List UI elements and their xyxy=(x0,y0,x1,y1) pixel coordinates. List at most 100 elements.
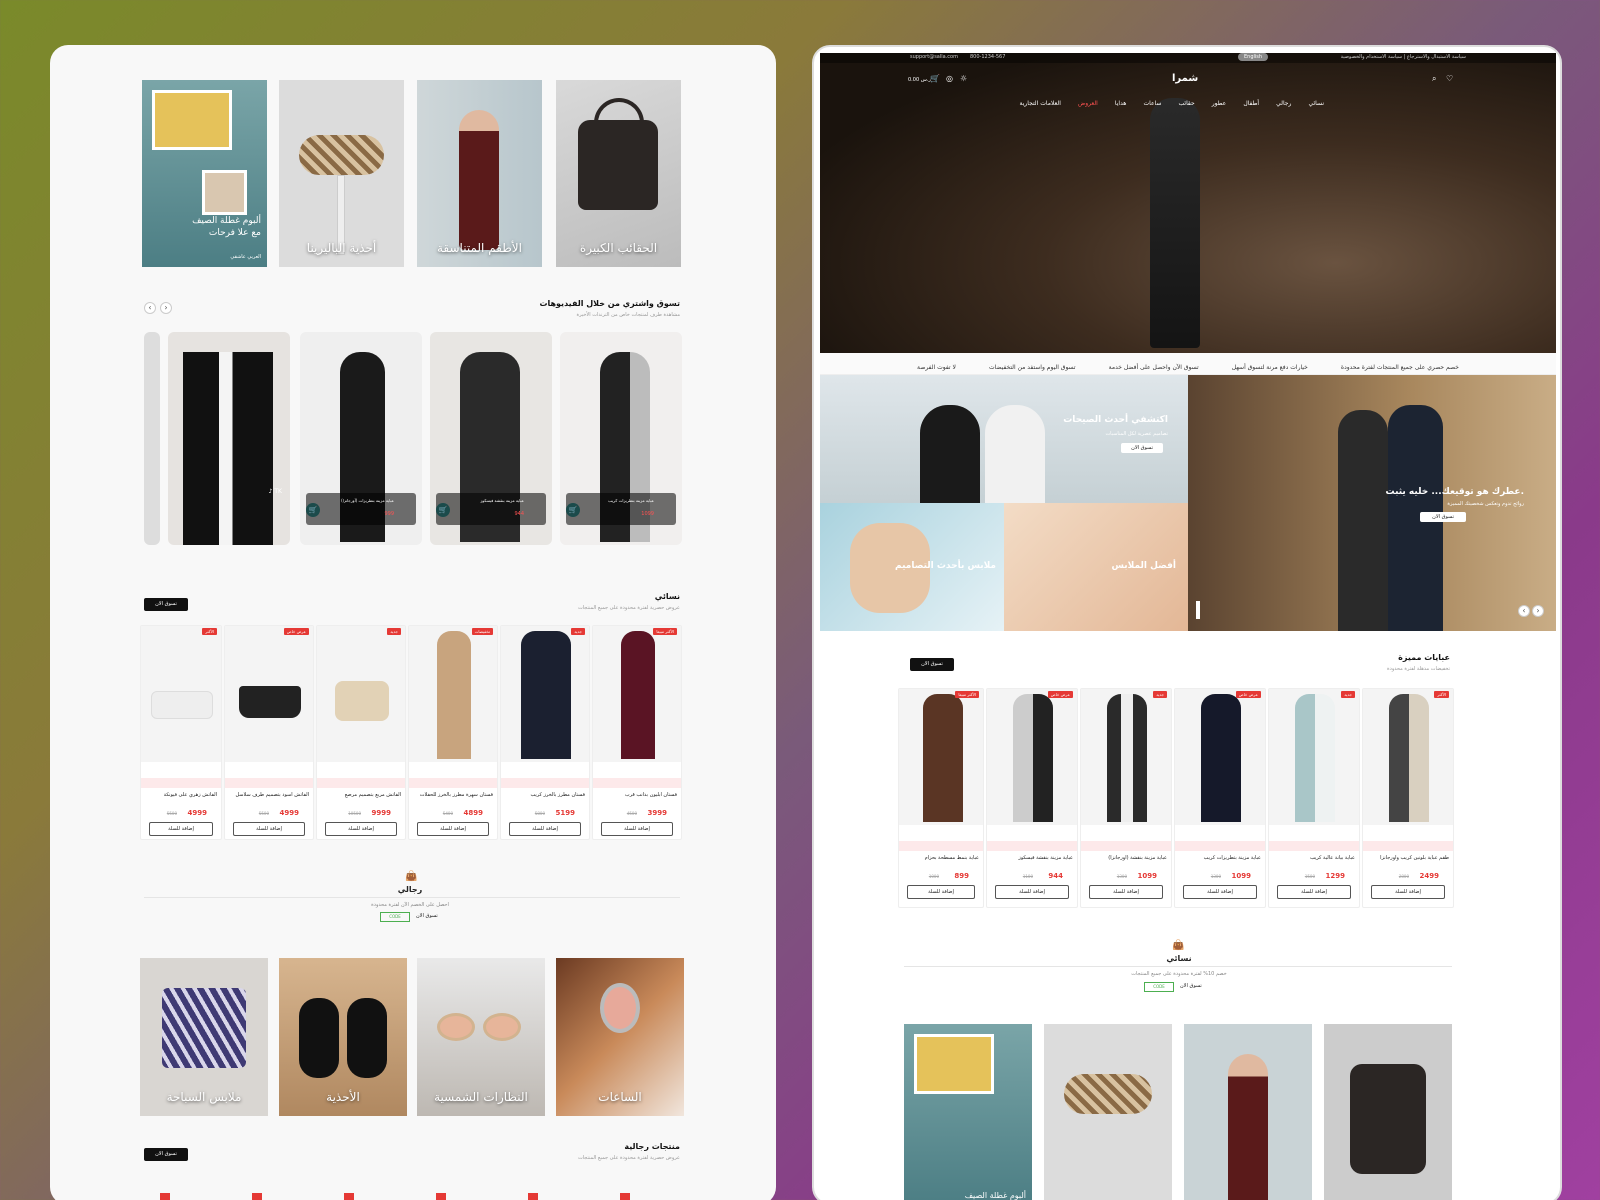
banner-perfume[interactable]: عطرك هو توقيعك... خليه يثبت. روائح تدوم … xyxy=(1188,375,1556,631)
women-shop-now-button[interactable]: تسوق الان xyxy=(144,598,188,611)
product-name: عباية بنمط مسطحة بحزام xyxy=(924,855,979,861)
category-card-swimwear[interactable]: ملابس السباحة xyxy=(140,958,268,1116)
add-to-cart-button[interactable]: إضافة للسلة xyxy=(1277,885,1351,899)
topbar-email[interactable]: support@salla.com xyxy=(910,54,958,60)
product-old-price: 10500 xyxy=(348,811,361,816)
cart-icon[interactable]: 🛒 xyxy=(306,503,320,517)
user-icon[interactable]: ◎ xyxy=(946,74,953,83)
video-product-overlay: عباية مزينة بنقشة فيسكوز 944 xyxy=(436,493,546,525)
promo-code-badge[interactable]: CODE xyxy=(1144,982,1174,992)
nav-watches[interactable]: ساعات xyxy=(1144,100,1162,107)
video-card[interactable]: عباية مزينة بتطريزات (أورجانزا) 999 🛒 xyxy=(300,332,422,545)
cart-icon[interactable]: 🛒 xyxy=(436,503,450,517)
nav-gifts[interactable]: هدايا xyxy=(1115,100,1126,107)
banner-trends[interactable]: اكتشفي أحدث الصيحات تصاميم عصرية لكل الم… xyxy=(820,375,1188,503)
search-icon[interactable]: ⌕ xyxy=(1432,74,1436,84)
main-nav: نسائي رجالي أطفال عطور حقائب ساعات هدايا… xyxy=(1020,90,1330,109)
add-to-cart-button[interactable]: إضافة للسلة xyxy=(601,822,673,836)
video-card[interactable]: عباية مزينة بنقشة فيسكوز 944 🛒 xyxy=(430,332,552,545)
women-promo-shop-link[interactable]: تسوق الان xyxy=(1180,983,1202,989)
men-promo-shop-link[interactable]: تسوق الان xyxy=(416,913,438,919)
cart-icon[interactable]: 🛒 xyxy=(566,503,580,517)
video-card[interactable]: عباية مزينة بتطريزات كريب 1099 🛒 xyxy=(560,332,682,545)
slider-prev-arrow[interactable]: ‹ xyxy=(1518,605,1530,617)
product-image xyxy=(141,626,221,762)
product-price: 1099 xyxy=(1231,872,1251,880)
nav-brands[interactable]: العلامات التجارية xyxy=(1020,100,1061,107)
nav-offers[interactable]: العروض xyxy=(1078,100,1098,107)
men-shop-now-button[interactable]: تسوق الان xyxy=(144,1148,188,1161)
product-card[interactable]: جديد فستان مطرز بالخرز كريب 5199 5800 إض… xyxy=(500,625,590,840)
video-product-price: 1099 xyxy=(641,511,654,517)
product-card[interactable]: جديد عباية مزينة بنقشة (أورجانزا) 1099 1… xyxy=(1080,688,1172,908)
product-card[interactable]: تخفيضات فستان سهرة مطرز بالخرز للحفلات 4… xyxy=(408,625,498,840)
category-card-watches[interactable]: الساعات xyxy=(556,958,684,1116)
add-to-cart-button[interactable]: إضافة للسلة xyxy=(1183,885,1257,899)
product-card[interactable]: عرض خاص الفاتش أسود بتصميم طرف سلاسل 499… xyxy=(224,625,314,840)
banner-shop-button[interactable]: تسوق الان xyxy=(1121,443,1163,453)
category-card-ballerina-shoes[interactable] xyxy=(1044,1024,1172,1200)
add-to-cart-button[interactable]: إضافة للسلة xyxy=(995,885,1069,899)
category-card-shoes[interactable]: الأحذية xyxy=(279,958,407,1116)
category-card-summer-album[interactable]: ألبوم غطلة الصيف مع علا فرحات العربي عاش… xyxy=(142,80,267,267)
add-to-cart-button[interactable]: إضافة للسلة xyxy=(1371,885,1445,899)
promo-code-badge[interactable]: CODE xyxy=(380,912,410,922)
topbar-lang[interactable]: English xyxy=(1238,53,1269,61)
add-to-cart-button[interactable]: إضافة للسلة xyxy=(417,822,489,836)
video-next-arrow[interactable]: › xyxy=(160,302,172,314)
add-to-cart-button[interactable]: إضافة للسلة xyxy=(233,822,305,836)
category-card-sunglasses[interactable]: النظارات الشمسية xyxy=(417,958,545,1116)
nav-kids[interactable]: أطفال xyxy=(1243,100,1259,107)
features-strip: خصم حصري على جميع المنتجات لفترة محدودة … xyxy=(820,353,1556,375)
countdown-bar xyxy=(1081,841,1171,851)
product-card[interactable]: عرض خاص عباية مزينة بتطريزات كريب 1099 1… xyxy=(1174,688,1266,908)
product-old-price: 5500 xyxy=(166,811,177,816)
category-card-bags[interactable] xyxy=(1324,1024,1452,1200)
nav-bags[interactable]: حقائب xyxy=(1179,100,1195,107)
product-card[interactable]: الأكثر طقم عباية بلونين كريب وأورجانزا 2… xyxy=(1362,688,1454,908)
add-to-cart-button[interactable]: إضافة للسلة xyxy=(1089,885,1163,899)
countdown-bar xyxy=(899,841,983,851)
product-card[interactable]: الأكثر الفاتش زهري على فيونكة 4999 5500 … xyxy=(140,625,222,840)
banner-clothes[interactable]: ملابس بأحدث التصاميم xyxy=(820,503,1004,631)
slider-next-arrow[interactable]: › xyxy=(1532,605,1544,617)
wishlist-icon[interactable]: ♡ xyxy=(1446,74,1453,83)
category-card-summer-album[interactable]: ألبوم غطلة الصيف xyxy=(904,1024,1032,1200)
category-card-matching-sets[interactable] xyxy=(1184,1024,1312,1200)
topbar-links[interactable]: سياسة الاستبدال والاسترجاع | سياسة الاست… xyxy=(1341,54,1466,60)
product-name: فستان ابليون بذانب قرب xyxy=(624,792,677,798)
video-card[interactable]: ♪ TK xyxy=(168,332,290,545)
add-to-cart-button[interactable]: إضافة للسلة xyxy=(509,822,581,836)
nav-men[interactable]: رجالي xyxy=(1276,100,1291,107)
nav-women[interactable]: نسائي xyxy=(1308,100,1324,107)
site-logo[interactable]: شمرا xyxy=(1172,73,1198,84)
product-card[interactable]: جديد الفاتش مربع بتصميم مرصع 9999 10500 … xyxy=(316,625,406,840)
category-card-matching-sets[interactable]: الأطقم المتناسقة xyxy=(417,80,542,267)
banner-shop-button[interactable]: تسوق الان xyxy=(1420,512,1466,522)
banner-best-clothes[interactable]: أفضل الملابس xyxy=(1004,503,1188,631)
cart-total[interactable]: 0.00 ر.س xyxy=(908,77,931,83)
pause-icon[interactable] xyxy=(1196,601,1200,619)
product-card[interactable]: الأكثر مبيعا عباية بنمط مسطحة بحزام 899 … xyxy=(898,688,984,908)
abayas-shop-now-button[interactable]: تسوق الان xyxy=(910,658,954,671)
hero-banner[interactable]: support@salla.com 800-1234-567 English س… xyxy=(820,53,1556,353)
product-old-price: 1100 xyxy=(1022,874,1033,879)
nav-perfumes[interactable]: عطور xyxy=(1212,100,1227,107)
product-image xyxy=(593,626,681,762)
product-image xyxy=(1081,689,1171,825)
video-prev-arrow[interactable]: ‹ xyxy=(144,302,156,314)
product-card[interactable]: عرض خاص عباية مزينة بنقشة فيسكوز 944 110… xyxy=(986,688,1078,908)
cart-icon[interactable]: 🛒 xyxy=(930,74,940,83)
category-card-bags[interactable]: الحقائب الكبيرة xyxy=(556,80,681,267)
add-to-cart-button[interactable]: إضافة للسلة xyxy=(149,822,213,836)
abayas-subtitle: تخفيضات مذهلة لفترة محدودة xyxy=(1387,666,1450,672)
topbar-phone[interactable]: 800-1234-567 xyxy=(970,54,1005,60)
theme-icon[interactable]: ☼ xyxy=(960,74,967,83)
add-to-cart-button[interactable]: إضافة للسلة xyxy=(907,885,975,899)
add-to-cart-button[interactable]: إضافة للسلة xyxy=(325,822,397,836)
video-product-price: 944 xyxy=(514,511,524,517)
product-card[interactable]: جديد عباية بيانة عالية كريب 1299 1500 إض… xyxy=(1268,688,1360,908)
countdown-bar xyxy=(501,778,589,788)
product-card[interactable]: الأكثر مبيعا فستان ابليون بذانب قرب 3999… xyxy=(592,625,682,840)
category-card-ballerina-shoes[interactable]: أحذية الباليرينا xyxy=(279,80,404,267)
